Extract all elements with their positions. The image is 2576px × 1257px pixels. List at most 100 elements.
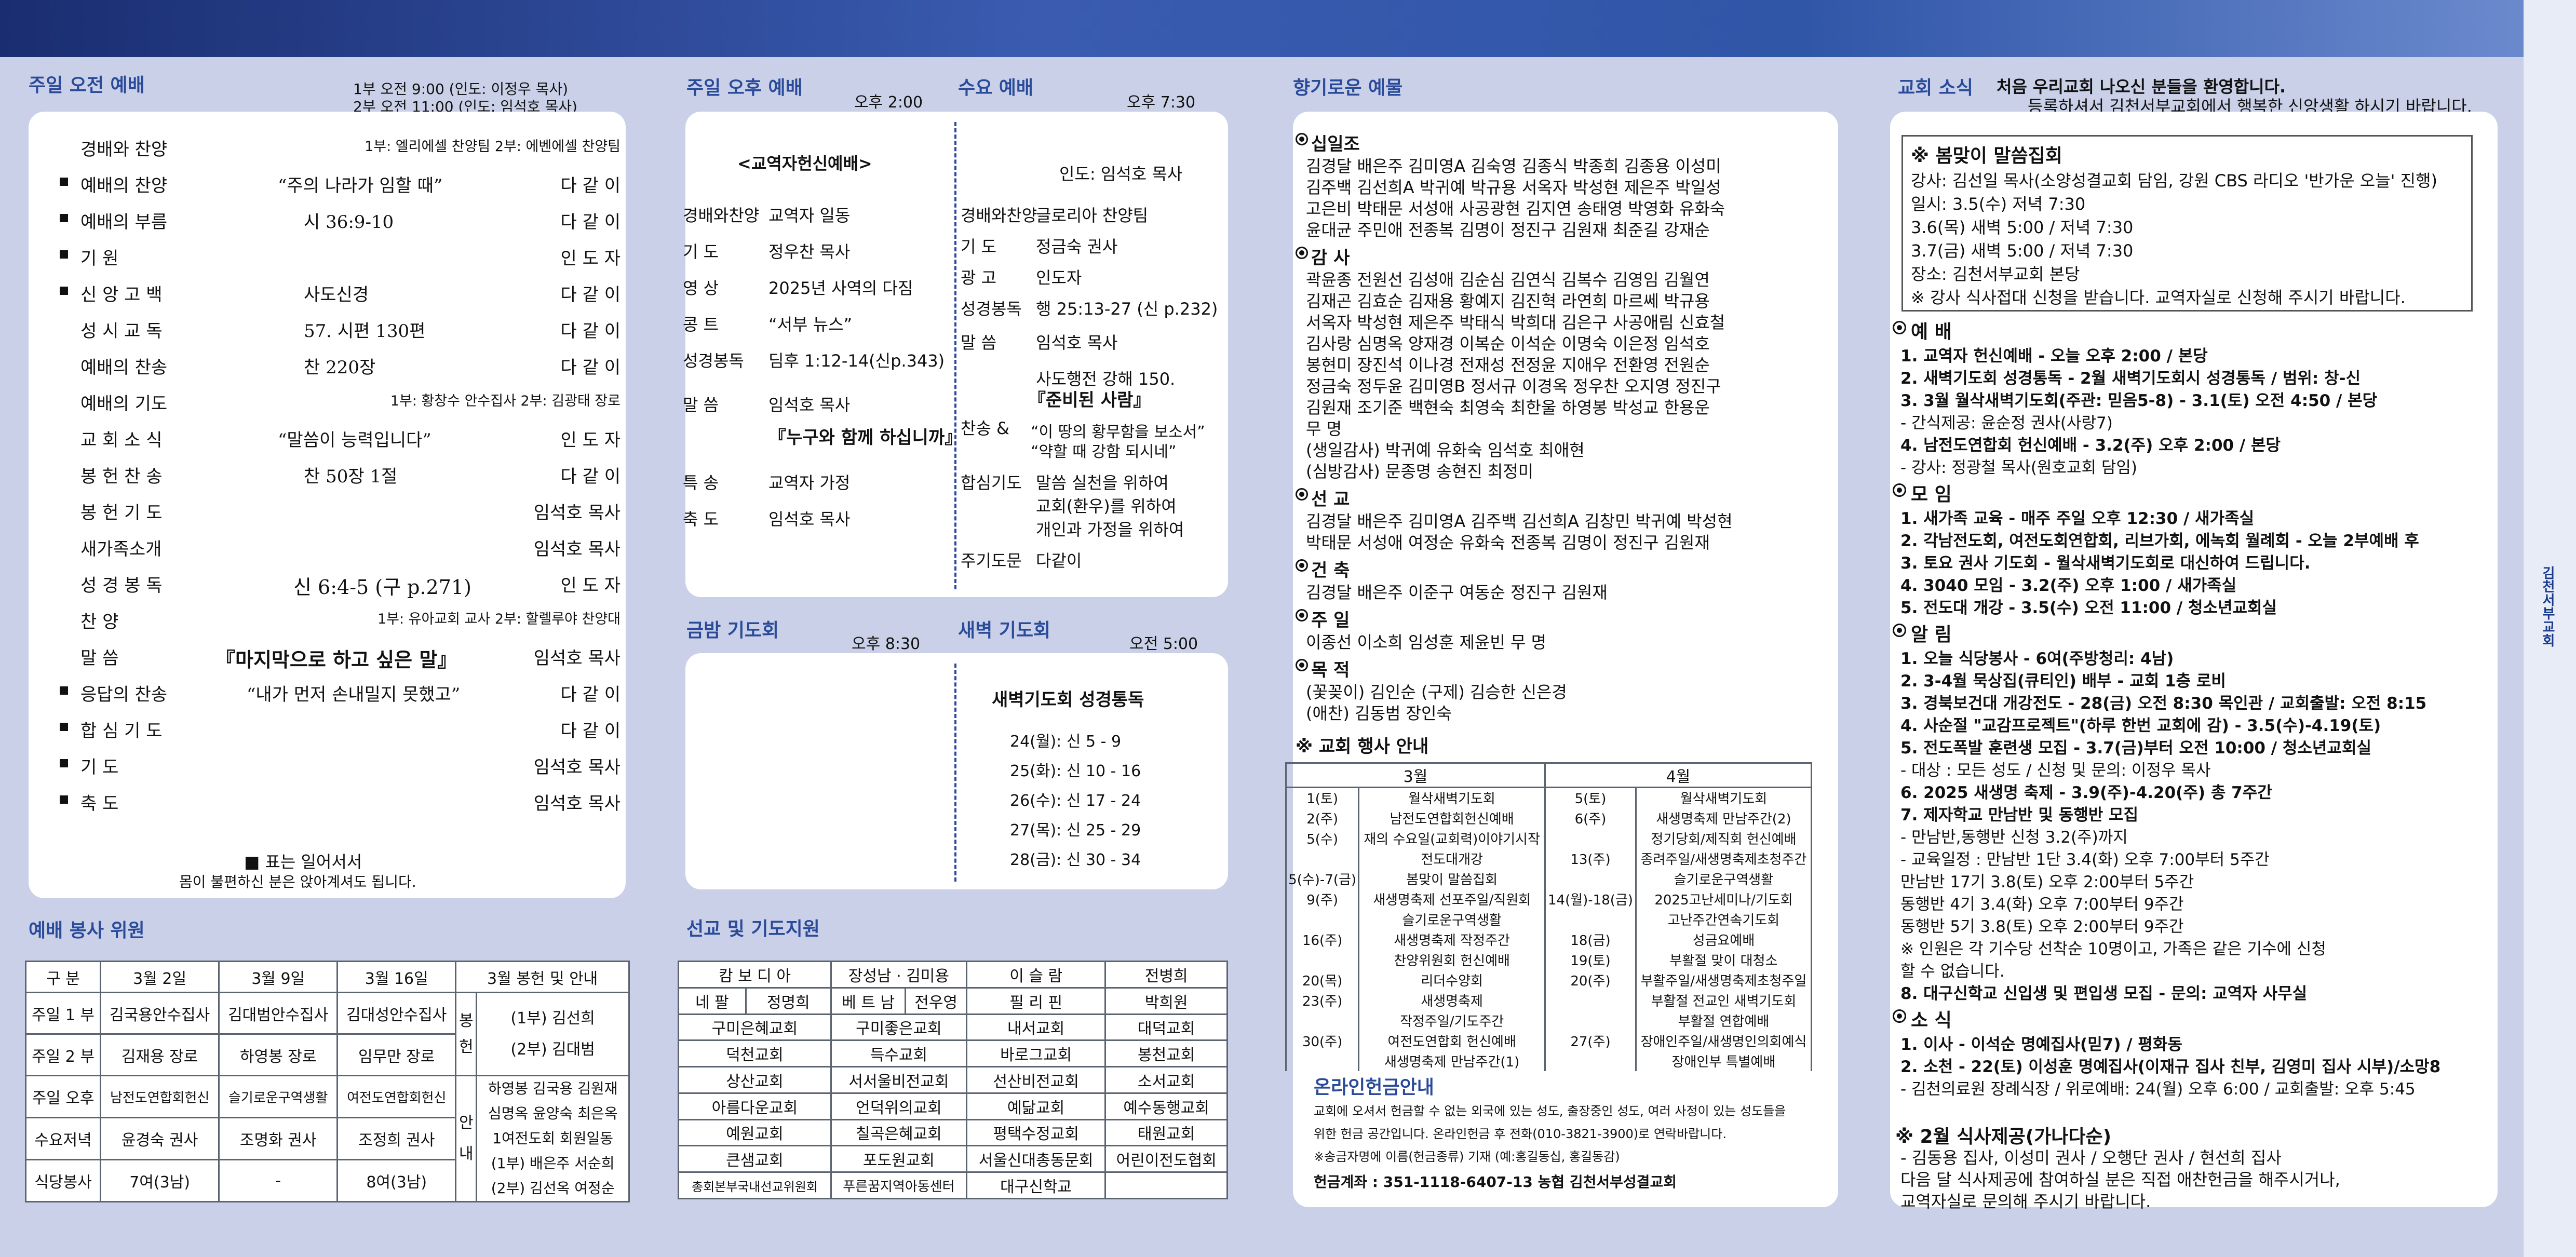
news-item: 5. 전도대 개강 - 3.5(수) 오전 11:00 / 청소년교회실 [1900, 599, 2277, 617]
radio-dot [1299, 663, 1304, 668]
wednesday-value: 행 25:13-27 (신 p.232) [1036, 299, 1218, 319]
top-banner [0, 0, 2576, 57]
offering-title: 향기로운 예물 [1293, 77, 1403, 99]
order-leader: 다 같 이 [560, 212, 621, 233]
radio-dot [1299, 250, 1304, 255]
news-item: - 대상 : 모든 성도 / 신청 및 문의: 이정우 목사 [1900, 761, 2211, 780]
morning-panel: 경배와 찬양 1부: 엘리에셀 찬양팀 2부: 에벤에셀 찬양팀 예배의 찬양 “주의… [29, 112, 626, 898]
mission-cell: 정명희 [745, 986, 832, 1015]
afternoon-value: 임석호 목사 [768, 395, 851, 415]
annae-name: 하영봉 김국용 김원재 [488, 1080, 618, 1097]
online-line: 위한 헌금 공간입니다. 온라인헌금 후 전화(010-3821-3900)로 … [1314, 1127, 1727, 1141]
order-item: 응답의 찬송 [80, 684, 168, 705]
news-item: 2. 소천 - 22(토) 이성훈 명예집사(이재규 집사 친부, 김영미 집사… [1900, 1058, 2441, 1076]
news-item: 6. 2025 새생명 축제 - 3.9(주)-4.20(주) 총 7주간 [1900, 783, 2272, 802]
news-item: 4. 3040 모임 - 3.2(주) 오후 1:00 / 새가족실 [1900, 576, 2237, 595]
vol-cell: 김재용 장로 [100, 1033, 220, 1076]
event-name: 성금요예배 [1635, 929, 1813, 950]
offering-names: 박태문 서성애 여정순 유화숙 전종복 김명이 정진구 김원재 [1306, 533, 1710, 552]
morning-title: 주일 오전 예배 [29, 75, 145, 96]
vol-cell: 김대성안수집사 [336, 992, 457, 1035]
event-date: 19(토) [1544, 949, 1637, 970]
news-item: 1. 새가족 교육 - 매주 주일 오후 12:30 / 새가족실 [1900, 509, 2255, 528]
stand-marker [60, 795, 68, 804]
offering-panel: 십일조 김경달 배은주 김미영A 김숙영 김종식 박종희 김종용 이성미 김주백 김… [1285, 112, 1838, 1207]
vol-cell: 7여(3남) [100, 1159, 220, 1202]
radio-icon [1296, 133, 1308, 145]
mission-cell: 포도원교회 [830, 1145, 967, 1173]
vol-cell: 주일 2 부 [24, 1033, 102, 1076]
order-row: 예배의 찬양 “주의 나라가 임할 때” 다 같 이 [60, 171, 631, 197]
radio-icon [1296, 559, 1308, 572]
vol-header: 3월 2일 [100, 961, 220, 993]
vol-cell: - [218, 1159, 339, 1202]
wednesday-item: 광 고 [961, 268, 997, 288]
event-date [1544, 868, 1637, 889]
news-item: ※ 인원은 각 기수당 선착순 10명이고, 가족은 같은 기수에 신청 [1900, 940, 2326, 958]
afternoon-item: 기 도 [683, 242, 719, 262]
order-row: 예배의 찬송 찬 220장 다 같 이 [60, 353, 631, 379]
mission-table: 캄 보 디 아 장성남 · 김미용 이 슬 람 전병희 네 팔 정명희 베 트 … [678, 961, 1228, 1199]
event-name: 재의 수요일(교회력)이야기시작 [1358, 828, 1546, 848]
offering-names: (생일감사) 박귀예 유화숙 임석호 최애현 [1306, 440, 1585, 460]
offering-names: 김주백 김선희A 박귀예 박규용 서옥자 박성현 제은주 박일성 [1306, 178, 1721, 197]
offering-names: 김사랑 심명옥 양재경 이복순 이석순 이명숙 이은정 임석호 [1306, 334, 1710, 354]
wednesday-time: 오후 7:30 [1127, 93, 1196, 112]
offering-group-title: 감 사 [1311, 248, 1350, 268]
news-section-title: 모 임 [1911, 484, 1952, 505]
vol-cell: 주일 1 부 [24, 992, 102, 1035]
vol-cell: 윤경숙 권사 [100, 1117, 220, 1160]
event-name: 월삭새벽기도회 [1635, 787, 1813, 808]
offering-names: 김경달 배은주 이준구 여동순 정진구 김원재 [1306, 583, 1608, 602]
event-name: 남전도연합회헌신예배 [1358, 807, 1546, 828]
radio-dot [1299, 563, 1304, 568]
order-item: 찬 양 [80, 612, 119, 632]
event-date: 18(금) [1544, 929, 1637, 950]
order-row: 합 심 기 도다 같 이 [60, 717, 631, 742]
order-detail: 신 6:4-5 (구 p.271) [293, 576, 471, 599]
dawn-reading: 27(목): 신 25 - 29 [1010, 821, 1141, 840]
radio-icon [1893, 1009, 1906, 1023]
mission-cell: 전병희 [1104, 961, 1228, 989]
revival-line: ※ 강사 식사접대 신청을 받습니다. 교역자실로 신청해 주시기 바랍니다. [1911, 288, 2406, 307]
annae-name: 1여전도회 회원일동 [492, 1130, 614, 1147]
mission-cell: 예닮교회 [965, 1092, 1107, 1120]
mission-cell: 서서울비전교회 [830, 1066, 967, 1094]
offering-names: (애찬) 김동범 장인숙 [1306, 704, 1452, 723]
wednesday-item: 합심기도 [961, 473, 1022, 493]
event-name: 새생명축제 선포주일/직원회 [1358, 888, 1546, 909]
order-item: 교 회 소 식 [80, 430, 163, 451]
order-row: 교 회 소 식 “말씀이 능력입니다” 인 도 자 [60, 426, 631, 452]
mission-cell: 바로그교회 [965, 1039, 1107, 1068]
afternoon-subtitle: <교역자헌신예배> [737, 154, 872, 173]
annae-name: (1부) 배은주 서순희 [491, 1155, 615, 1172]
order-item: 예배의 찬양 [80, 175, 168, 196]
radio-icon [1893, 483, 1906, 497]
event-name: 부활절 맞이 대청소 [1635, 949, 1813, 970]
radio-dot [1897, 325, 1902, 330]
wednesday-item: 기 도 [961, 237, 997, 256]
order-item: 신 앙 고 백 [80, 285, 163, 305]
afternoon-item: 영 상 [683, 278, 719, 298]
news-item: 1. 이사 - 이석순 명예집사(믿7) / 평화동 [1900, 1035, 2182, 1054]
event-name: 새생명축제 작정주간 [1358, 929, 1546, 950]
mission-cell: 캄 보 디 아 [678, 961, 832, 989]
dawn-title: 새벽 기도회 [958, 620, 1051, 641]
offering-group-title: 선 교 [1311, 489, 1350, 510]
stand-marker [60, 686, 68, 695]
event-date: 5(수)-7(금) [1285, 868, 1360, 889]
event-name: 장애인주일/새생명인의회예식 [1635, 1030, 1813, 1051]
mission-cell: 평택수정교회 [965, 1118, 1107, 1147]
afternoon-value: 딤후 1:12-14(신p.343) [768, 351, 945, 371]
afternoon-item: 콩 트 [683, 315, 719, 334]
offering-names: 이종선 이소희 임성훈 제윤빈 무 명 [1306, 632, 1547, 652]
bongheon-name: (1부) 김선희 [510, 1009, 595, 1028]
order-leader: 임석호 목사 [533, 793, 621, 814]
offering-names: 고은비 박태문 서성애 사공광현 김지연 송태영 박영화 유화숙 [1306, 199, 1725, 219]
event-date: 27(주) [1544, 1030, 1637, 1051]
wednesday-item: 주기도문 [961, 551, 1022, 571]
mission-cell: 득수교회 [830, 1039, 967, 1068]
offering-names: (꽃꽂이) 김인순 (구제) 김승한 신은경 [1306, 682, 1567, 702]
order-item: 합 심 기 도 [80, 721, 163, 741]
order-item: 기 원 [80, 248, 119, 269]
